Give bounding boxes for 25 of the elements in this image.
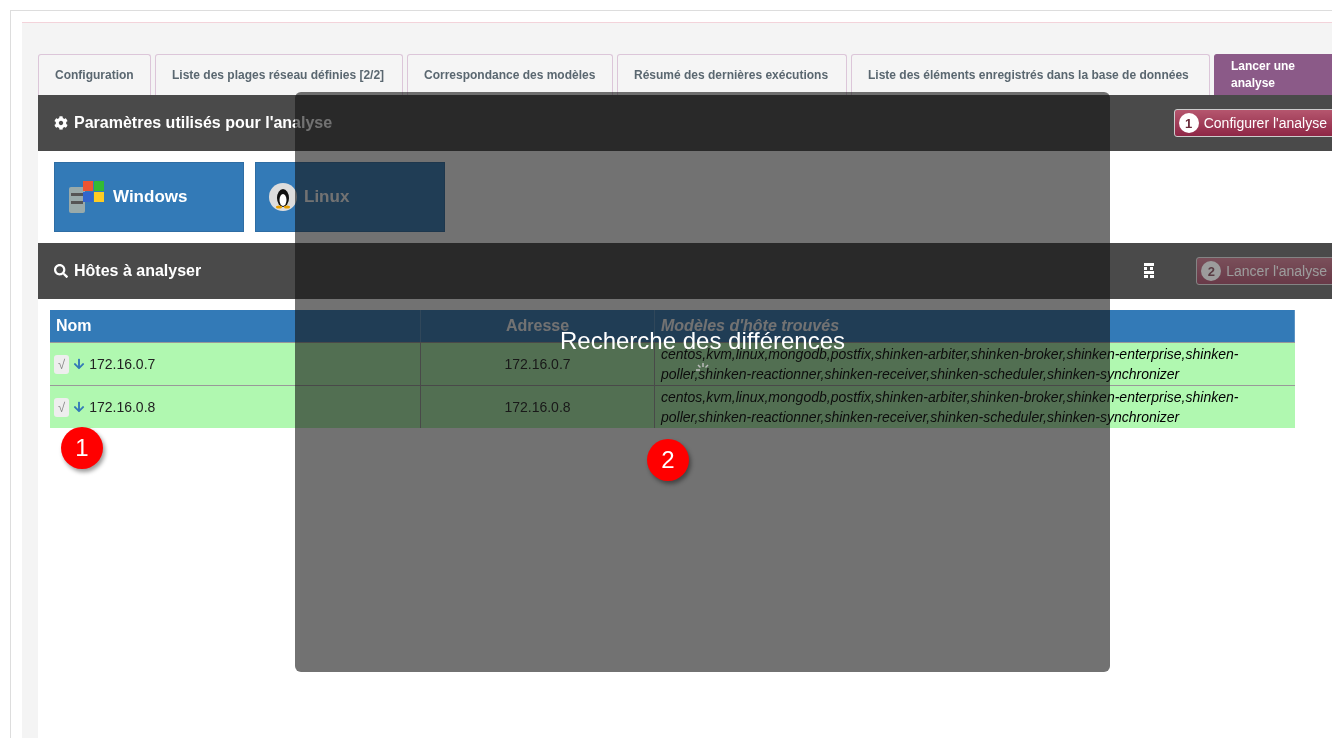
host-name: 172.16.0.7 xyxy=(89,356,156,372)
tab[interactable]: Lancer une analyse xyxy=(1214,54,1332,95)
header-button[interactable]: 1 Configurer l'analyse xyxy=(1173,109,1332,137)
search-icon xyxy=(54,264,68,278)
arrow-down-icon xyxy=(73,358,86,370)
panel-title: Paramètres utilisés pour l'analyse xyxy=(74,114,333,132)
arrow-down-icon xyxy=(73,401,86,413)
panel-title: Hôtes à analyser xyxy=(74,262,202,280)
server-flag-icon xyxy=(67,179,107,215)
table-cell: 172.16.0.8 xyxy=(421,385,655,428)
step-number: 2 xyxy=(1201,261,1222,281)
columns-icon[interactable] xyxy=(1144,263,1155,279)
os-button[interactable]: Windows xyxy=(54,162,244,232)
tab[interactable]: Liste des plages réseau définies [2/2] xyxy=(155,54,403,95)
tab[interactable]: Correspondance des modèles xyxy=(407,54,613,95)
check-mark[interactable]: √ xyxy=(54,397,70,417)
host-name: 172.16.0.8 xyxy=(89,399,156,415)
tab[interactable]: Configuration xyxy=(38,54,151,95)
penguin-icon xyxy=(268,182,298,212)
tab[interactable]: Liste des éléments enregistrés dans la base de données xyxy=(851,54,1210,95)
tab[interactable]: Résumé des dernières exécutions xyxy=(617,54,847,95)
step-number: 1 xyxy=(1178,113,1199,133)
column-header: Nom xyxy=(50,310,421,342)
check-mark[interactable]: √ xyxy=(54,354,70,374)
settings-icon xyxy=(54,116,68,130)
